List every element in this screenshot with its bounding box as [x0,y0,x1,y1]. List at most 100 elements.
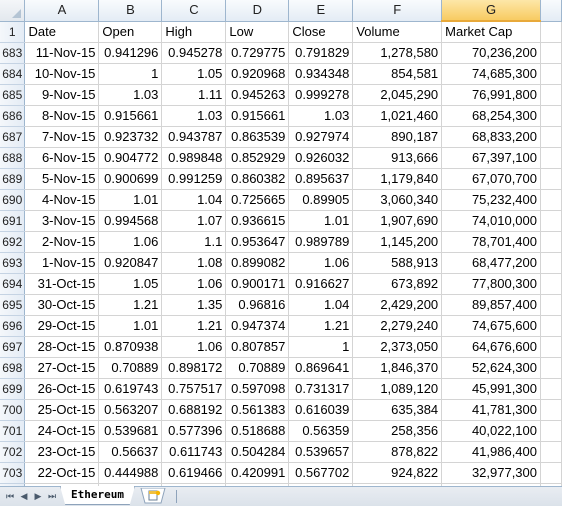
open-cell[interactable]: 1.06 [98,231,163,253]
empty-cell[interactable] [540,189,562,211]
open-cell[interactable]: 0.539681 [98,420,163,442]
market-cap-cell[interactable]: 76,991,800 [441,84,542,106]
market-cap-cell[interactable]: 45,991,300 [441,378,542,400]
empty-cell[interactable] [540,168,562,190]
high-cell[interactable]: 0.619466 [161,462,227,484]
volume-cell[interactable]: 1,278,580 [352,42,443,64]
high-cell[interactable]: 1.11 [161,84,227,106]
date-cell[interactable]: 7-Nov-15 [24,126,100,148]
last-sheet-button[interactable]: ⏭ [46,490,58,503]
low-cell[interactable]: 0.807857 [225,336,290,358]
row-header[interactable]: 686 [0,105,26,127]
close-cell[interactable]: 0.89905 [288,189,354,211]
row-header[interactable]: 685 [0,84,26,106]
high-cell[interactable]: 1.1 [161,231,227,253]
open-cell[interactable]: 0.444988 [98,462,163,484]
open-cell[interactable]: 0.923732 [98,126,163,148]
empty-cell[interactable] [540,210,562,232]
open-cell[interactable]: 0.56637 [98,441,163,463]
row-header[interactable]: 699 [0,378,26,400]
column-header-b[interactable]: B [98,0,163,22]
volume-cell[interactable]: 1,021,460 [352,105,443,127]
market-cap-cell[interactable]: 52,624,300 [441,357,542,379]
row-header[interactable]: 695 [0,294,26,316]
high-cell[interactable]: 1.07 [161,210,227,232]
column-header-d[interactable]: D [225,0,290,22]
date-cell[interactable]: 9-Nov-15 [24,84,100,106]
date-cell[interactable]: 11-Nov-15 [24,42,100,64]
high-cell[interactable]: 1.21 [161,315,227,337]
open-cell[interactable]: 1.01 [98,315,163,337]
high-cell[interactable]: 1.08 [161,252,227,274]
date-cell[interactable]: 3-Nov-15 [24,210,100,232]
date-cell[interactable]: 25-Oct-15 [24,399,100,421]
low-cell[interactable]: 0.504284 [225,441,290,463]
market-cap-cell[interactable]: 75,232,400 [441,189,542,211]
open-cell[interactable]: 0.915661 [98,105,163,127]
empty-cell[interactable] [540,315,562,337]
low-cell[interactable]: 0.852929 [225,147,290,169]
row-header[interactable]: 693 [0,252,26,274]
open-cell[interactable]: 0.70889 [98,357,163,379]
open-cell[interactable]: 0.941296 [98,42,163,64]
header-cell[interactable]: Date [24,21,100,43]
open-cell[interactable]: 0.870938 [98,336,163,358]
market-cap-cell[interactable]: 67,070,700 [441,168,542,190]
row-header[interactable]: 697 [0,336,26,358]
open-cell[interactable]: 0.563207 [98,399,163,421]
next-sheet-button[interactable]: ▶ [32,490,44,503]
high-cell[interactable]: 0.989848 [161,147,227,169]
low-cell[interactable]: 0.945263 [225,84,290,106]
date-cell[interactable]: 31-Oct-15 [24,273,100,295]
column-header-f[interactable]: F [352,0,443,22]
open-cell[interactable]: 1.03 [98,84,163,106]
date-cell[interactable]: 8-Nov-15 [24,105,100,127]
close-cell[interactable]: 0.791829 [288,42,354,64]
open-cell[interactable]: 1.05 [98,273,163,295]
date-cell[interactable]: 30-Oct-15 [24,294,100,316]
market-cap-cell[interactable]: 68,833,200 [441,126,542,148]
column-header-h[interactable] [540,0,562,22]
high-cell[interactable]: 1.06 [161,273,227,295]
empty-cell[interactable] [540,252,562,274]
low-cell[interactable]: 0.863539 [225,126,290,148]
low-cell[interactable]: 0.725665 [225,189,290,211]
date-cell[interactable]: 29-Oct-15 [24,315,100,337]
market-cap-cell[interactable]: 78,701,400 [441,231,542,253]
market-cap-cell[interactable]: 74,675,600 [441,315,542,337]
close-cell[interactable]: 0.989789 [288,231,354,253]
high-cell[interactable]: 0.945278 [161,42,227,64]
header-cell[interactable]: Market Cap [441,21,542,43]
close-cell[interactable]: 0.916627 [288,273,354,295]
market-cap-cell[interactable]: 41,781,300 [441,399,542,421]
close-cell[interactable]: 1.01 [288,210,354,232]
header-cell[interactable]: Volume [352,21,443,43]
close-cell[interactable]: 1.04 [288,294,354,316]
volume-cell[interactable]: 258,356 [352,420,443,442]
volume-cell[interactable]: 588,913 [352,252,443,274]
high-cell[interactable]: 0.757517 [161,378,227,400]
low-cell[interactable]: 0.597098 [225,378,290,400]
open-cell[interactable]: 1.21 [98,294,163,316]
close-cell[interactable]: 0.999278 [288,84,354,106]
empty-cell[interactable] [540,294,562,316]
select-all-corner[interactable] [0,0,26,22]
date-cell[interactable]: 5-Nov-15 [24,168,100,190]
row-header[interactable]: 701 [0,420,26,442]
market-cap-cell[interactable]: 74,010,000 [441,210,542,232]
market-cap-cell[interactable]: 68,254,300 [441,105,542,127]
open-cell[interactable]: 0.619743 [98,378,163,400]
date-cell[interactable]: 23-Oct-15 [24,441,100,463]
market-cap-cell[interactable]: 70,236,200 [441,42,542,64]
empty-cell[interactable] [540,336,562,358]
low-cell[interactable]: 0.953647 [225,231,290,253]
date-cell[interactable]: 10-Nov-15 [24,63,100,85]
volume-cell[interactable]: 890,187 [352,126,443,148]
volume-cell[interactable]: 2,429,200 [352,294,443,316]
low-cell[interactable]: 0.420991 [225,462,290,484]
row-header[interactable]: 694 [0,273,26,295]
close-cell[interactable]: 0.567702 [288,462,354,484]
header-cell[interactable]: Open [98,21,163,43]
date-cell[interactable]: 1-Nov-15 [24,252,100,274]
low-cell[interactable]: 0.936615 [225,210,290,232]
